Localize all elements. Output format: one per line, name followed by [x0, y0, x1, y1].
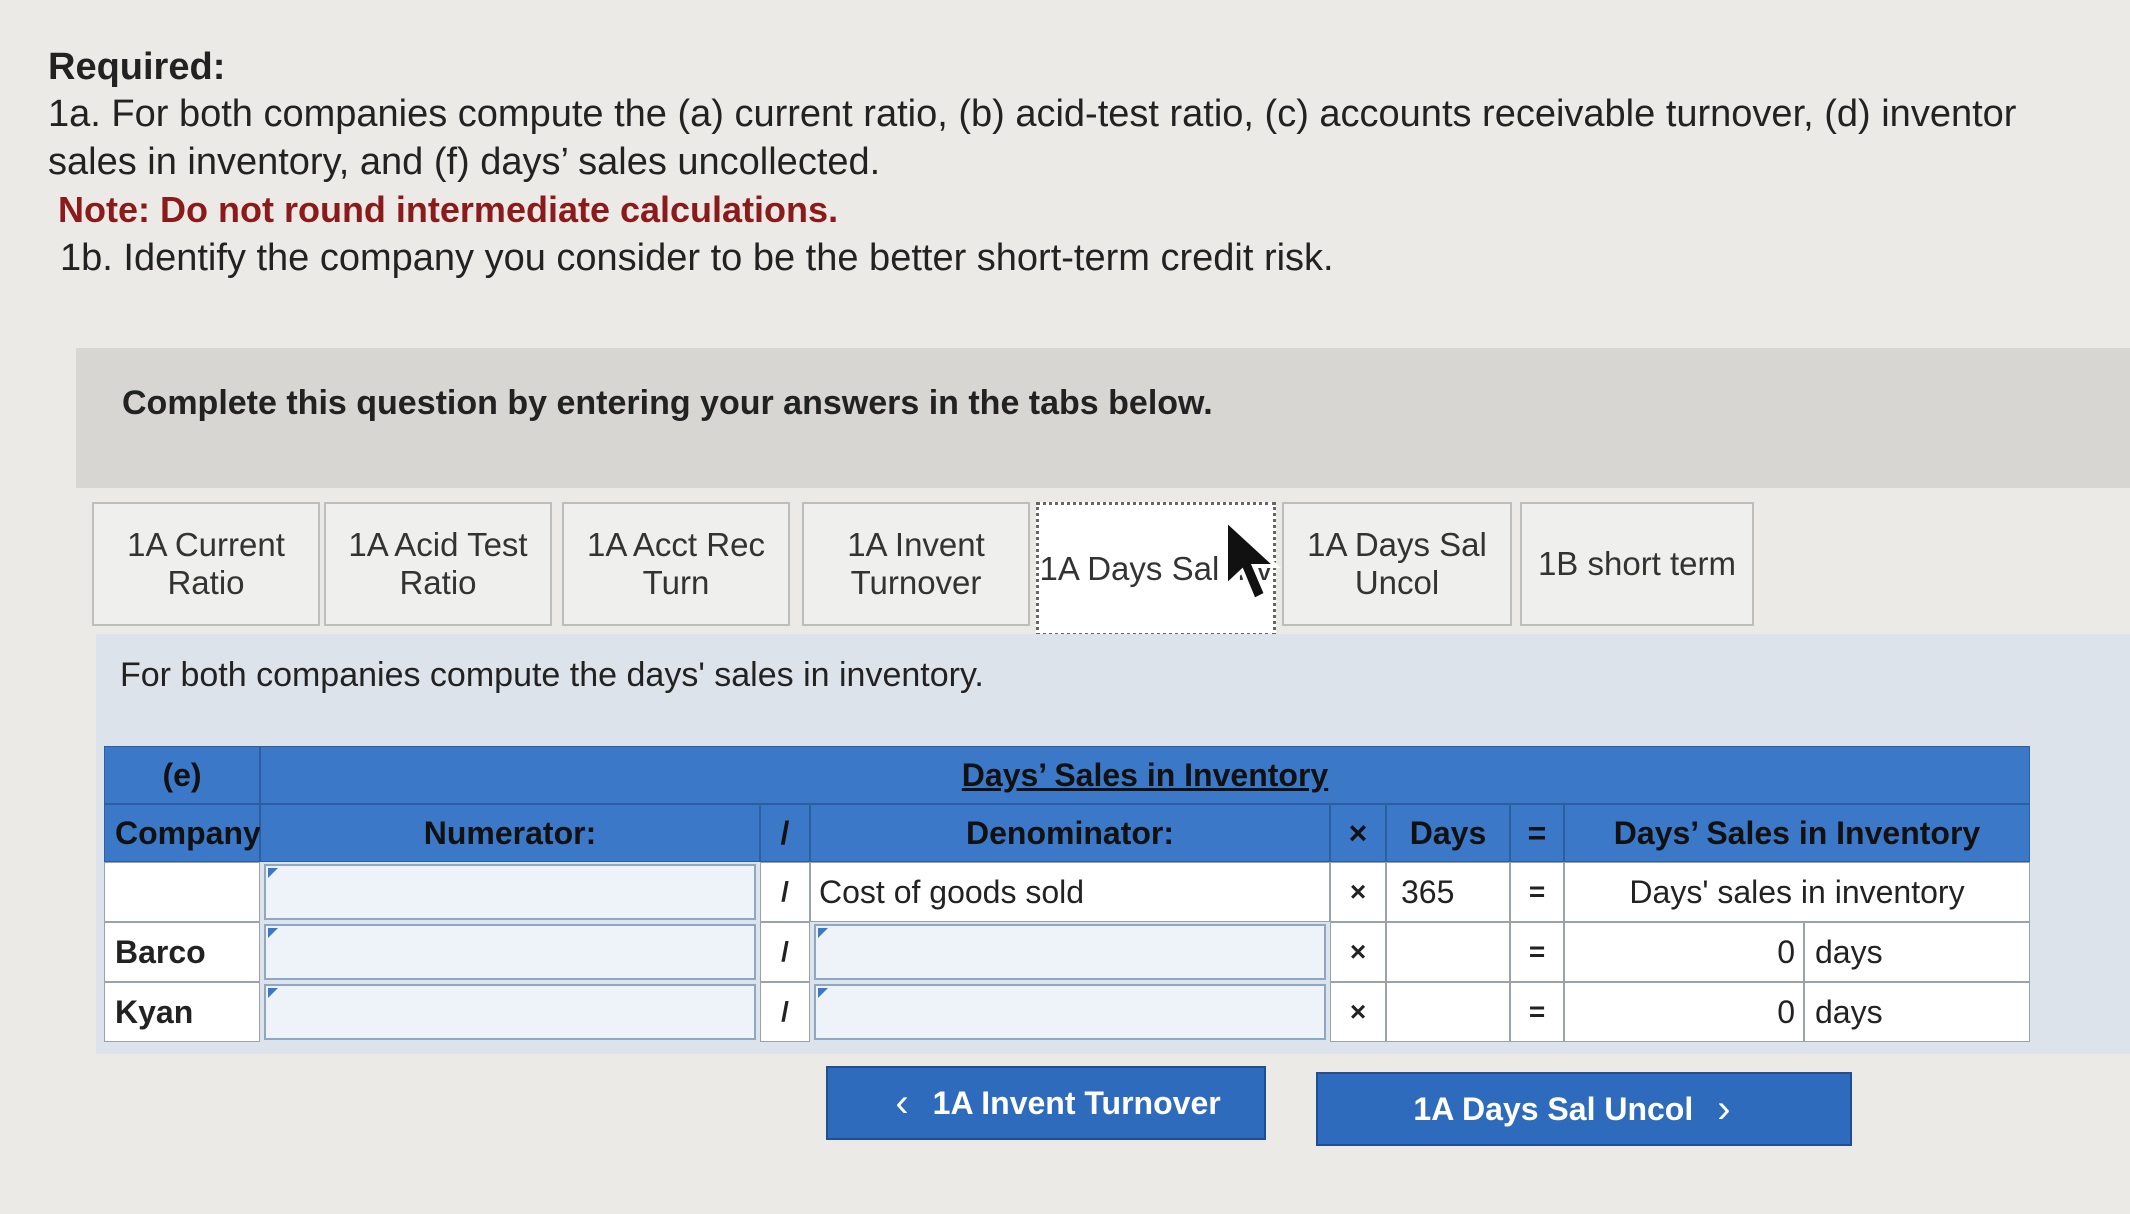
banner-text: Complete this question by entering your …	[122, 384, 1213, 422]
chevron-left-icon: ‹	[895, 1080, 909, 1125]
kyan-equals: =	[1510, 982, 1564, 1042]
barco-numerator-input[interactable]	[264, 924, 756, 980]
part-label: (e)	[104, 746, 260, 804]
barco-result-unit: days	[1804, 922, 2030, 982]
next-tab-button[interactable]: 1A Days Sal Uncol ›	[1316, 1072, 1852, 1146]
kyan-numerator-input[interactable]	[264, 984, 756, 1040]
mouse-cursor-icon	[1224, 516, 1282, 603]
required-line-1a-cont: sales in inventory, and (f) days’ sales …	[48, 141, 881, 183]
barco-equals: =	[1510, 922, 1564, 982]
required-title: Required:	[48, 46, 226, 88]
required-line-1b: 1b. Identify the company you consider to…	[60, 237, 1334, 279]
col-equals: =	[1510, 804, 1564, 862]
tab-current-ratio[interactable]: 1A Current Ratio	[92, 502, 320, 626]
barco-result-value: 0	[1564, 922, 1804, 982]
panel-instruction: For both companies compute the days' sal…	[120, 656, 984, 694]
tab-days-sal-uncol[interactable]: 1A Days Sal Uncol	[1282, 502, 1512, 626]
row-barco-company: Barco	[104, 922, 260, 982]
row0-numerator-input[interactable]	[264, 864, 756, 920]
col-company: Company	[104, 804, 261, 862]
row0-denominator-input[interactable]: Cost of goods sold	[810, 862, 1330, 922]
tab-acct-rec-turn[interactable]: 1A Acct Rec Turn	[562, 502, 790, 626]
kyan-denominator-input[interactable]	[814, 984, 1326, 1040]
tab-invent-turnover[interactable]: 1A Invent Turnover	[802, 502, 1030, 626]
row0-days-input[interactable]: 365	[1386, 862, 1510, 922]
col-days: Days	[1386, 804, 1510, 862]
barco-denominator-input[interactable]	[814, 924, 1326, 980]
kyan-result-unit: days	[1804, 982, 2030, 1042]
kyan-slash: /	[760, 982, 810, 1042]
col-numerator: Numerator:	[260, 804, 760, 862]
row0-result-label: Days' sales in inventory	[1564, 862, 2030, 922]
prev-tab-label: 1A Invent Turnover	[932, 1084, 1221, 1121]
required-line-1a: 1a. For both companies compute the (a) c…	[48, 93, 2017, 135]
barco-slash: /	[760, 922, 810, 982]
row-kyan-company: Kyan	[104, 982, 260, 1042]
row0-company	[104, 862, 260, 922]
kyan-times: ×	[1330, 982, 1386, 1042]
col-times: ×	[1330, 804, 1386, 862]
row0-equals: =	[1510, 862, 1564, 922]
row0-slash: /	[760, 862, 810, 922]
row0-times: ×	[1330, 862, 1386, 922]
kyan-result-value: 0	[1564, 982, 1804, 1042]
next-tab-label: 1A Days Sal Uncol	[1413, 1090, 1694, 1127]
required-section: Required: 1a. For both companies compute…	[48, 44, 2128, 282]
instruction-banner: Complete this question by entering your …	[76, 348, 2130, 488]
kyan-days-input[interactable]	[1386, 982, 1510, 1042]
chevron-right-icon: ›	[1717, 1086, 1731, 1131]
col-denominator: Denominator:	[810, 804, 1330, 862]
days-sales-inventory-table: (e) Days’ Sales in Inventory Company Num…	[104, 746, 2030, 1046]
table-title: Days’ Sales in Inventory	[260, 746, 2030, 804]
rounding-note: Note: Do not round intermediate calculat…	[58, 189, 839, 230]
tab-1b-short-term[interactable]: 1B short term	[1520, 502, 1754, 626]
barco-days-input[interactable]	[1386, 922, 1510, 982]
col-slash: /	[760, 804, 810, 862]
prev-tab-button[interactable]: ‹ 1A Invent Turnover	[826, 1066, 1266, 1140]
col-result: Days’ Sales in Inventory	[1564, 804, 2030, 862]
tab-acid-test-ratio[interactable]: 1A Acid Test Ratio	[324, 502, 552, 626]
barco-times: ×	[1330, 922, 1386, 982]
